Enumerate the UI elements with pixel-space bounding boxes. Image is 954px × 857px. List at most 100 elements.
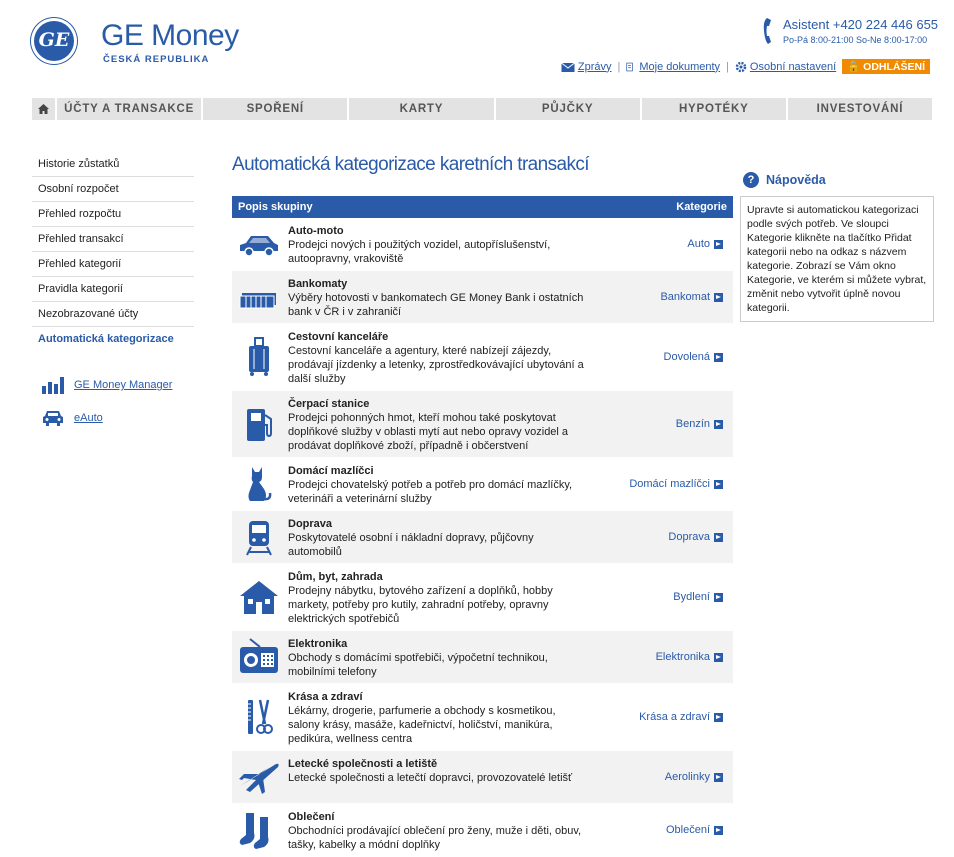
group-name: Bankomaty [288, 278, 348, 290]
car-front-icon [43, 411, 63, 426]
bar-chart-icon [42, 377, 64, 394]
group-desc: Prodejci pohonných hmot, kteří mohou tak… [288, 412, 569, 452]
group-desc: Obchody s domácími spotřebiči, výpočetní… [288, 652, 548, 678]
sidebar-item-category-rules[interactable]: Pravidla kategorií [32, 277, 194, 302]
category-link[interactable]: Domácí mazlíčci [629, 478, 723, 490]
sidebar-item-categories[interactable]: Přehled kategorií [32, 252, 194, 277]
category-link[interactable]: Doprava [668, 531, 723, 543]
group-name: Čerpací stanice [288, 398, 370, 410]
table-row: Doprava Poskytovatelé osobní i nákladní d… [232, 511, 733, 564]
group-name: Letecké společnosti a letiště [288, 758, 438, 770]
table-row: Letecké společnosti a letiště Letecké spo… [232, 751, 733, 804]
suitcase-icon [249, 337, 269, 376]
brand-name: GE Money [101, 19, 239, 52]
nav-accounts[interactable]: ÚČTY A TRANSAKCE [57, 98, 202, 120]
category-label: Dovolená [663, 351, 710, 363]
category-link[interactable]: Dovolená [664, 351, 723, 363]
nav-investing[interactable]: INVESTOVÁNÍ [787, 98, 933, 120]
main-nav: ÚČTY A TRANSAKCE SPOŘENÍ KARTY PŮJČKY HY… [32, 98, 933, 120]
col-group-header: Popis skupiny [238, 201, 313, 213]
messages-link[interactable]: Zprávy [578, 61, 612, 73]
category-link[interactable]: Bankomat [660, 291, 723, 303]
arrow-right-icon [714, 652, 723, 662]
page-title: Automatická kategorizace karetních trans… [232, 154, 590, 175]
nav-savings[interactable]: SPOŘENÍ [203, 98, 348, 120]
category-label: Benzín [675, 418, 710, 430]
category-link[interactable]: Benzín [676, 418, 723, 430]
group-name: Oblečení [288, 811, 335, 823]
nav-mortgages[interactable]: HYPOTÉKY [641, 98, 786, 120]
group-name: Dům, byt, zahrada [288, 571, 383, 583]
banknotes-icon [239, 293, 276, 309]
category-label: Doprava [668, 531, 710, 543]
group-desc: Lékárny, drogerie, parfumerie a obchody … [288, 705, 556, 745]
table-row: Domácí mazlíčci Prodejci chovatelský potř… [232, 458, 733, 511]
nav-home[interactable] [32, 98, 55, 120]
home-icon [38, 104, 49, 114]
documents-link[interactable]: Moje dokumenty [639, 61, 720, 73]
group-name: Elektronika [288, 638, 348, 650]
category-link[interactable]: Aerolinky [665, 771, 723, 783]
table-row: Auto-moto Prodejci nových i použitých voz… [232, 218, 733, 271]
brand-country: ČESKÁ REPUBLIKA [103, 54, 210, 65]
airplane-icon [239, 763, 279, 794]
settings-link[interactable]: Osobní nastavení [750, 61, 836, 73]
arrow-right-icon [714, 825, 723, 835]
sidebar-item-hidden-accounts[interactable]: Nezobrazované účty [32, 302, 194, 327]
group-desc: Cestovní kanceláře a agentury, které nab… [288, 345, 584, 385]
car-icon [240, 236, 278, 257]
table-row: Oblečení Obchodníci prodávající oblečení … [232, 804, 733, 857]
house-icon [240, 581, 278, 614]
ge-money-manager-link[interactable]: GE Money Manager [42, 376, 172, 394]
category-link[interactable]: Krása a zdraví [639, 711, 723, 723]
arrow-right-icon [714, 419, 723, 429]
table-row: Krása a zdraví Lékárny, drogerie, parfume… [232, 684, 733, 751]
nav-cards[interactable]: KARTY [349, 98, 494, 120]
category-label: Aerolinky [664, 771, 710, 783]
sidebar-item-balance-history[interactable]: Historie zůstatků [32, 152, 194, 177]
help-text: Upravte si automatickou kategorizaci pod… [740, 196, 934, 322]
table-row: Bankomaty Výběry hotovosti v bankomatech … [232, 271, 733, 324]
sidebar-item-transactions[interactable]: Přehled transakcí [32, 227, 194, 252]
arrow-right-icon [714, 532, 723, 542]
category-label: Oblečení [665, 824, 710, 836]
arrow-right-icon [714, 292, 723, 302]
table-row: Dům, byt, zahrada Prodejny nábytku, bytov… [232, 564, 733, 631]
categorization-table: Popis skupiny Kategorie Auto-moto Prodejc… [232, 196, 733, 857]
nav-loans[interactable]: PŮJČKY [495, 98, 640, 120]
arrow-right-icon [714, 239, 723, 249]
logout-button[interactable]: 🔒 ODHLÁŠENÍ [842, 59, 930, 74]
ge-logo[interactable]: GE [31, 18, 77, 64]
group-desc: Výběry hotovosti v bankomatech GE Money … [288, 292, 584, 318]
sidebar-item-auto-categorization[interactable]: Automatická kategorizace [32, 327, 194, 351]
radio-icon [240, 638, 278, 673]
group-name: Auto-moto [288, 225, 344, 237]
table-row: Cestovní kanceláře Cestovní kanceláře a a… [232, 324, 733, 391]
category-link[interactable]: Elektronika [656, 651, 723, 663]
group-name: Cestovní kanceláře [288, 331, 389, 343]
ge-money-manager-label[interactable]: GE Money Manager [74, 379, 172, 391]
group-desc: Prodejci chovatelský potřeb a potřeb pro… [288, 479, 573, 505]
table-header: Popis skupiny Kategorie [232, 196, 733, 218]
top-links: Zprávy | Moje dokumenty | Osobní nastave… [561, 59, 930, 74]
sidebar-item-budget-overview[interactable]: Přehled rozpočtu [32, 202, 194, 227]
category-link[interactable]: Auto [687, 238, 723, 250]
category-link[interactable]: Oblečení [666, 824, 723, 836]
eauto-link[interactable]: eAuto [42, 409, 103, 427]
group-desc: Prodejny nábytku, bytového zařízení a do… [288, 585, 553, 625]
sidebar-item-personal-budget[interactable]: Osobní rozpočet [32, 177, 194, 202]
category-label: Krása a zdraví [639, 711, 710, 723]
train-icon [246, 521, 272, 556]
help-heading: ? Nápověda [743, 172, 826, 188]
socks-icon [239, 813, 269, 849]
col-category-header: Kategorie [676, 201, 727, 213]
group-desc: Obchodníci prodávající oblečení pro ženy… [288, 825, 582, 851]
arrow-right-icon [714, 352, 723, 362]
envelope-icon [561, 62, 575, 72]
eauto-label[interactable]: eAuto [74, 412, 103, 424]
help-title: Nápověda [766, 173, 826, 187]
category-label: Elektronika [655, 651, 710, 663]
category-link[interactable]: Bydlení [673, 591, 723, 603]
group-name: Domácí mazlíčci [288, 465, 374, 477]
group-desc: Poskytovatelé osobní i nákladní dopravy,… [288, 532, 534, 558]
